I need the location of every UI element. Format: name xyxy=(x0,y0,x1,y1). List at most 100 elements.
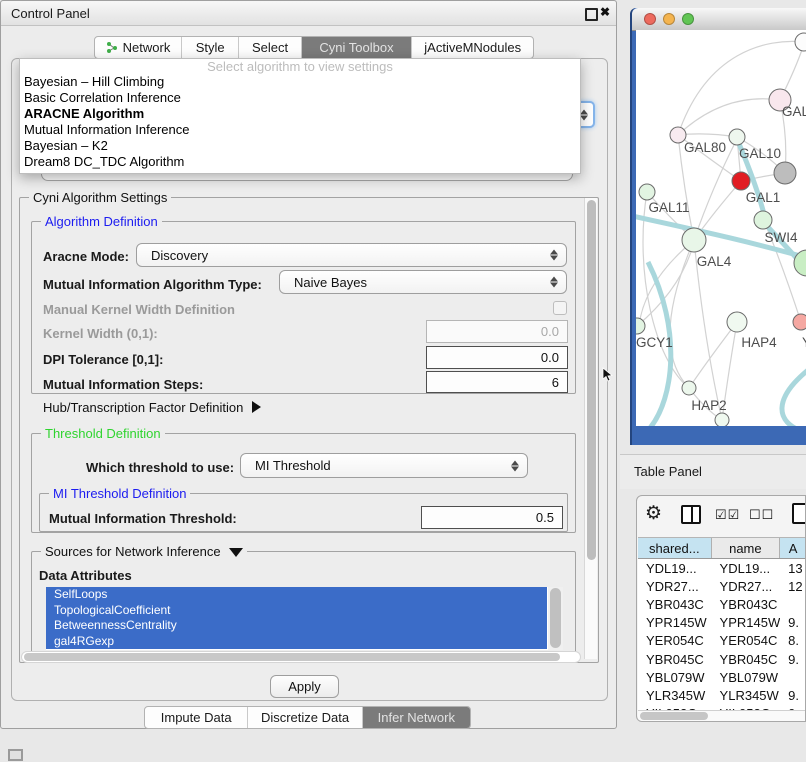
table-row[interactable]: YDL19...YDL19...13 xyxy=(638,559,806,577)
table-row[interactable]: YBR045CYBR045C9. xyxy=(638,650,806,668)
select-all-icon[interactable]: ☑☑ xyxy=(715,507,740,523)
table-header: shared...nameA xyxy=(638,537,806,559)
network-node[interactable] xyxy=(795,33,806,51)
aracne-mode-label: Aracne Mode: xyxy=(43,249,129,264)
hub-definition-expander[interactable]: Hub/Transcription Factor Definition xyxy=(43,400,261,415)
manual-kernel-label: Manual Kernel Width Definition xyxy=(43,302,235,317)
algorithm-dropdown-hint: Select algorithm to view settings xyxy=(20,59,580,74)
deselect-all-icon[interactable]: ☐☐ xyxy=(749,507,774,523)
network-node-hap4[interactable] xyxy=(727,312,747,332)
docked-panel-icon[interactable] xyxy=(8,749,23,761)
algorithm-option-dream8-dc-tdc-algorithm[interactable]: Dream8 DC_TDC Algorithm xyxy=(20,154,580,170)
network-node-y[interactable] xyxy=(793,314,806,330)
table-cell: YER054C xyxy=(712,633,781,648)
settings-horizontal-scrollbar[interactable] xyxy=(21,651,581,663)
network-node[interactable] xyxy=(715,413,729,426)
attribute-item-betweennesscentrality[interactable]: BetweennessCentrality xyxy=(46,618,547,634)
zoom-traffic-light-icon[interactable] xyxy=(682,13,694,25)
table-cell: 9. xyxy=(780,615,806,630)
tab-label: Style xyxy=(196,40,225,55)
tab-cyni-toolbox[interactable]: Cyni Toolbox xyxy=(302,37,413,58)
tab-infer-network[interactable]: Infer Network xyxy=(363,707,470,728)
table-row[interactable]: YLR345WYLR345W9. xyxy=(638,686,806,704)
which-threshold-combobox[interactable]: MI Threshold xyxy=(240,453,528,478)
sources-group-title[interactable]: Sources for Network Inference xyxy=(41,544,247,559)
network-edge-thick[interactable] xyxy=(782,370,806,426)
algorithm-option-mutual-information-inference[interactable]: Mutual Information Inference xyxy=(20,122,580,138)
column-header-name[interactable]: name xyxy=(712,538,781,558)
tab-style[interactable]: Style xyxy=(182,37,239,58)
table-row[interactable]: YBR043CYBR043C xyxy=(638,595,806,613)
which-threshold-label: Which threshold to use: xyxy=(86,460,234,475)
node-label-gal4: GAL4 xyxy=(697,254,732,269)
aracne-mode-combobox[interactable]: Discovery xyxy=(136,243,567,267)
algorithm-option-bayesian-k2[interactable]: Bayesian – K2 xyxy=(20,138,580,154)
network-edge[interactable] xyxy=(678,99,780,135)
tab-discretize-data[interactable]: Discretize Data xyxy=(248,707,362,728)
network-edge[interactable] xyxy=(670,240,694,388)
minimize-traffic-light-icon[interactable] xyxy=(663,13,675,25)
table-cell: YLR345W xyxy=(638,688,712,703)
kernel-width-label: Kernel Width (0,1): xyxy=(43,326,158,341)
attribute-item-topologicalcoefficient[interactable]: TopologicalCoefficient xyxy=(46,603,547,619)
algorithm-dropdown-popup: Select algorithm to view settings Bayesi… xyxy=(19,58,581,174)
kernel-width-field[interactable]: 0.0 xyxy=(426,320,568,343)
gear-icon[interactable]: ⚙ xyxy=(645,502,662,525)
dpi-tolerance-field[interactable]: 0.0 xyxy=(426,346,568,369)
table-row[interactable]: YPR145WYPR145W9. xyxy=(638,614,806,632)
table-cell: YBR043C xyxy=(638,597,712,612)
tab-network[interactable]: Network xyxy=(95,37,182,58)
data-attributes-list[interactable]: SelfLoopsTopologicalCoefficientBetweenne… xyxy=(46,587,563,650)
attribute-item-gal4rgexp[interactable]: gal4RGexp xyxy=(46,634,547,650)
column-header-shared-[interactable]: shared... xyxy=(638,538,712,558)
network-node-gal10[interactable] xyxy=(729,129,745,145)
hub-definition-label: Hub/Transcription Factor Definition xyxy=(43,400,243,415)
apply-button[interactable]: Apply xyxy=(270,675,339,698)
tab-impute-data[interactable]: Impute Data xyxy=(145,707,248,728)
manual-kernel-checkbox[interactable] xyxy=(553,301,567,315)
list-vertical-scrollbar[interactable] xyxy=(548,587,563,650)
network-node-swi4[interactable] xyxy=(754,211,772,229)
node-label-gal80: GAL80 xyxy=(684,140,726,155)
mi-steps-label: Mutual Information Steps: xyxy=(43,377,203,392)
columns-icon[interactable] xyxy=(681,505,701,524)
table-cell: YPR145W xyxy=(712,615,781,630)
network-node-gal11[interactable] xyxy=(639,184,655,200)
algorithm-option-aracne-algorithm[interactable]: ARACNE Algorithm xyxy=(20,106,580,122)
mi-type-label: Mutual Information Algorithm Type: xyxy=(43,277,262,292)
mi-threshold-field[interactable]: 0.5 xyxy=(421,506,563,529)
attribute-item-selfloops[interactable]: SelfLoops xyxy=(46,587,547,603)
file-icon[interactable] xyxy=(792,503,806,524)
table-panel-title: Table Panel xyxy=(634,464,702,479)
threshold-definition-title: Threshold Definition xyxy=(41,426,165,441)
float-window-icon[interactable] xyxy=(585,8,598,21)
table-body: YDL19...YDL19...13YDR27...YDR27...12YBR0… xyxy=(638,559,806,710)
settings-vertical-scrollbar[interactable] xyxy=(584,198,597,659)
node-label-gcy1: GCY1 xyxy=(636,335,673,350)
algorithm-option-bayesian-hill-climbing[interactable]: Bayesian – Hill Climbing xyxy=(20,74,580,90)
mi-type-value: Naive Bayes xyxy=(294,275,367,290)
tab-select[interactable]: Select xyxy=(239,37,301,58)
close-traffic-light-icon[interactable] xyxy=(644,13,656,25)
mi-type-combobox[interactable]: Naive Bayes xyxy=(279,270,567,294)
network-node-gal4[interactable] xyxy=(682,228,706,252)
mi-steps-field[interactable]: 6 xyxy=(426,371,568,393)
table-cell: YDR27... xyxy=(712,579,781,594)
table-horizontal-scrollbar[interactable] xyxy=(638,710,806,722)
table-cell: YPR145W xyxy=(638,615,712,630)
close-icon[interactable]: ✖ xyxy=(600,5,610,19)
cyni-bottom-tabs: Impute DataDiscretize DataInfer Network xyxy=(144,706,471,729)
network-node[interactable] xyxy=(774,162,796,184)
network-edge[interactable] xyxy=(678,134,737,137)
network-window-titlebar[interactable] xyxy=(632,8,806,31)
network-node-hap2[interactable] xyxy=(682,381,696,395)
aracne-mode-value: Discovery xyxy=(151,248,208,263)
table-row[interactable]: YDR27...YDR27...12 xyxy=(638,577,806,595)
table-row[interactable]: YER054CYER054C8. xyxy=(638,632,806,650)
tab-jactivemnodules[interactable]: jActiveMNodules xyxy=(412,37,533,58)
network-node-gal1[interactable] xyxy=(732,172,750,190)
table-row[interactable]: YBL079WYBL079W xyxy=(638,668,806,686)
network-canvas[interactable]: GALGAL80GAL10GAL1GAL11SWI4GAL4GCY1HAP4YH… xyxy=(636,30,806,426)
column-header-a[interactable]: A xyxy=(780,538,806,558)
algorithm-option-basic-correlation-inference[interactable]: Basic Correlation Inference xyxy=(20,90,580,106)
